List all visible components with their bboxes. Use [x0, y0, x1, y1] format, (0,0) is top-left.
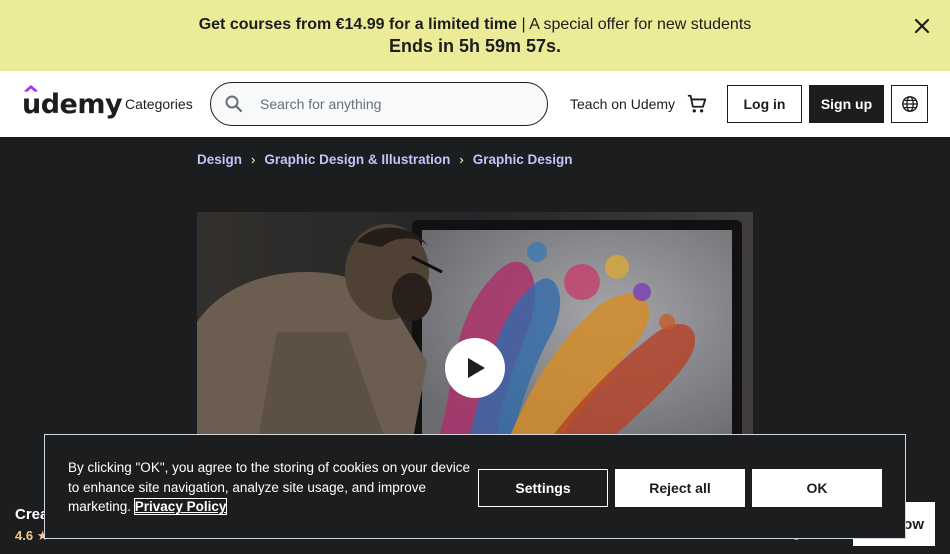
signup-button[interactable]: Sign up: [809, 85, 884, 123]
breadcrumb-graphic-design[interactable]: Graphic Design: [473, 152, 573, 167]
ok-button[interactable]: OK: [752, 469, 882, 507]
cookie-banner: By clicking "OK", you agree to the stori…: [44, 434, 906, 539]
language-button[interactable]: [891, 85, 928, 123]
breadcrumb-graphic-design-illustration[interactable]: Graphic Design & Illustration: [264, 152, 450, 167]
promo-separator: |: [517, 16, 530, 33]
search-bar[interactable]: [210, 82, 548, 126]
globe-icon: [901, 96, 918, 112]
teach-link[interactable]: Teach on Udemy: [570, 96, 675, 112]
categories-menu[interactable]: Categories: [125, 96, 193, 112]
cookie-settings-button[interactable]: Settings: [478, 469, 608, 507]
logo-hat-icon: [24, 85, 38, 92]
promo-text: Get courses from €14.99 for a limited ti…: [0, 16, 950, 34]
breadcrumb: Design › Graphic Design & Illustration ›…: [197, 152, 573, 167]
login-button[interactable]: Log in: [727, 85, 802, 123]
search-input[interactable]: [260, 96, 530, 112]
chevron-right-icon: ›: [251, 152, 256, 167]
reject-all-button[interactable]: Reject all: [615, 469, 745, 507]
search-icon[interactable]: [224, 94, 244, 114]
rating-value: 4.6: [15, 528, 34, 543]
chevron-right-icon: ›: [459, 152, 464, 167]
site-header: udemy Categories Teach on Udemy Log in S…: [0, 71, 950, 137]
cookie-text: By clicking "OK", you agree to the stori…: [68, 458, 473, 517]
promo-countdown: Ends in 5h 59m 57s.: [388, 36, 562, 56]
cookie-message: By clicking "OK", you agree to the stori…: [68, 460, 471, 514]
course-preview-video[interactable]: [197, 212, 753, 444]
play-button[interactable]: [445, 338, 505, 398]
promo-banner: Get courses from €14.99 for a limited ti…: [0, 0, 950, 71]
logo-text: udemy: [22, 88, 123, 120]
udemy-logo[interactable]: udemy: [22, 85, 123, 121]
breadcrumb-design[interactable]: Design: [197, 152, 242, 167]
promo-subtext: A special offer for new students: [529, 16, 752, 33]
close-icon[interactable]: [912, 16, 932, 36]
course-preview-image: [197, 212, 753, 444]
promo-offer: Get courses from €14.99 for a limited ti…: [198, 16, 518, 33]
play-icon: [468, 358, 485, 378]
privacy-policy-link[interactable]: Privacy Policy: [133, 498, 228, 515]
cart-icon[interactable]: [686, 93, 708, 115]
